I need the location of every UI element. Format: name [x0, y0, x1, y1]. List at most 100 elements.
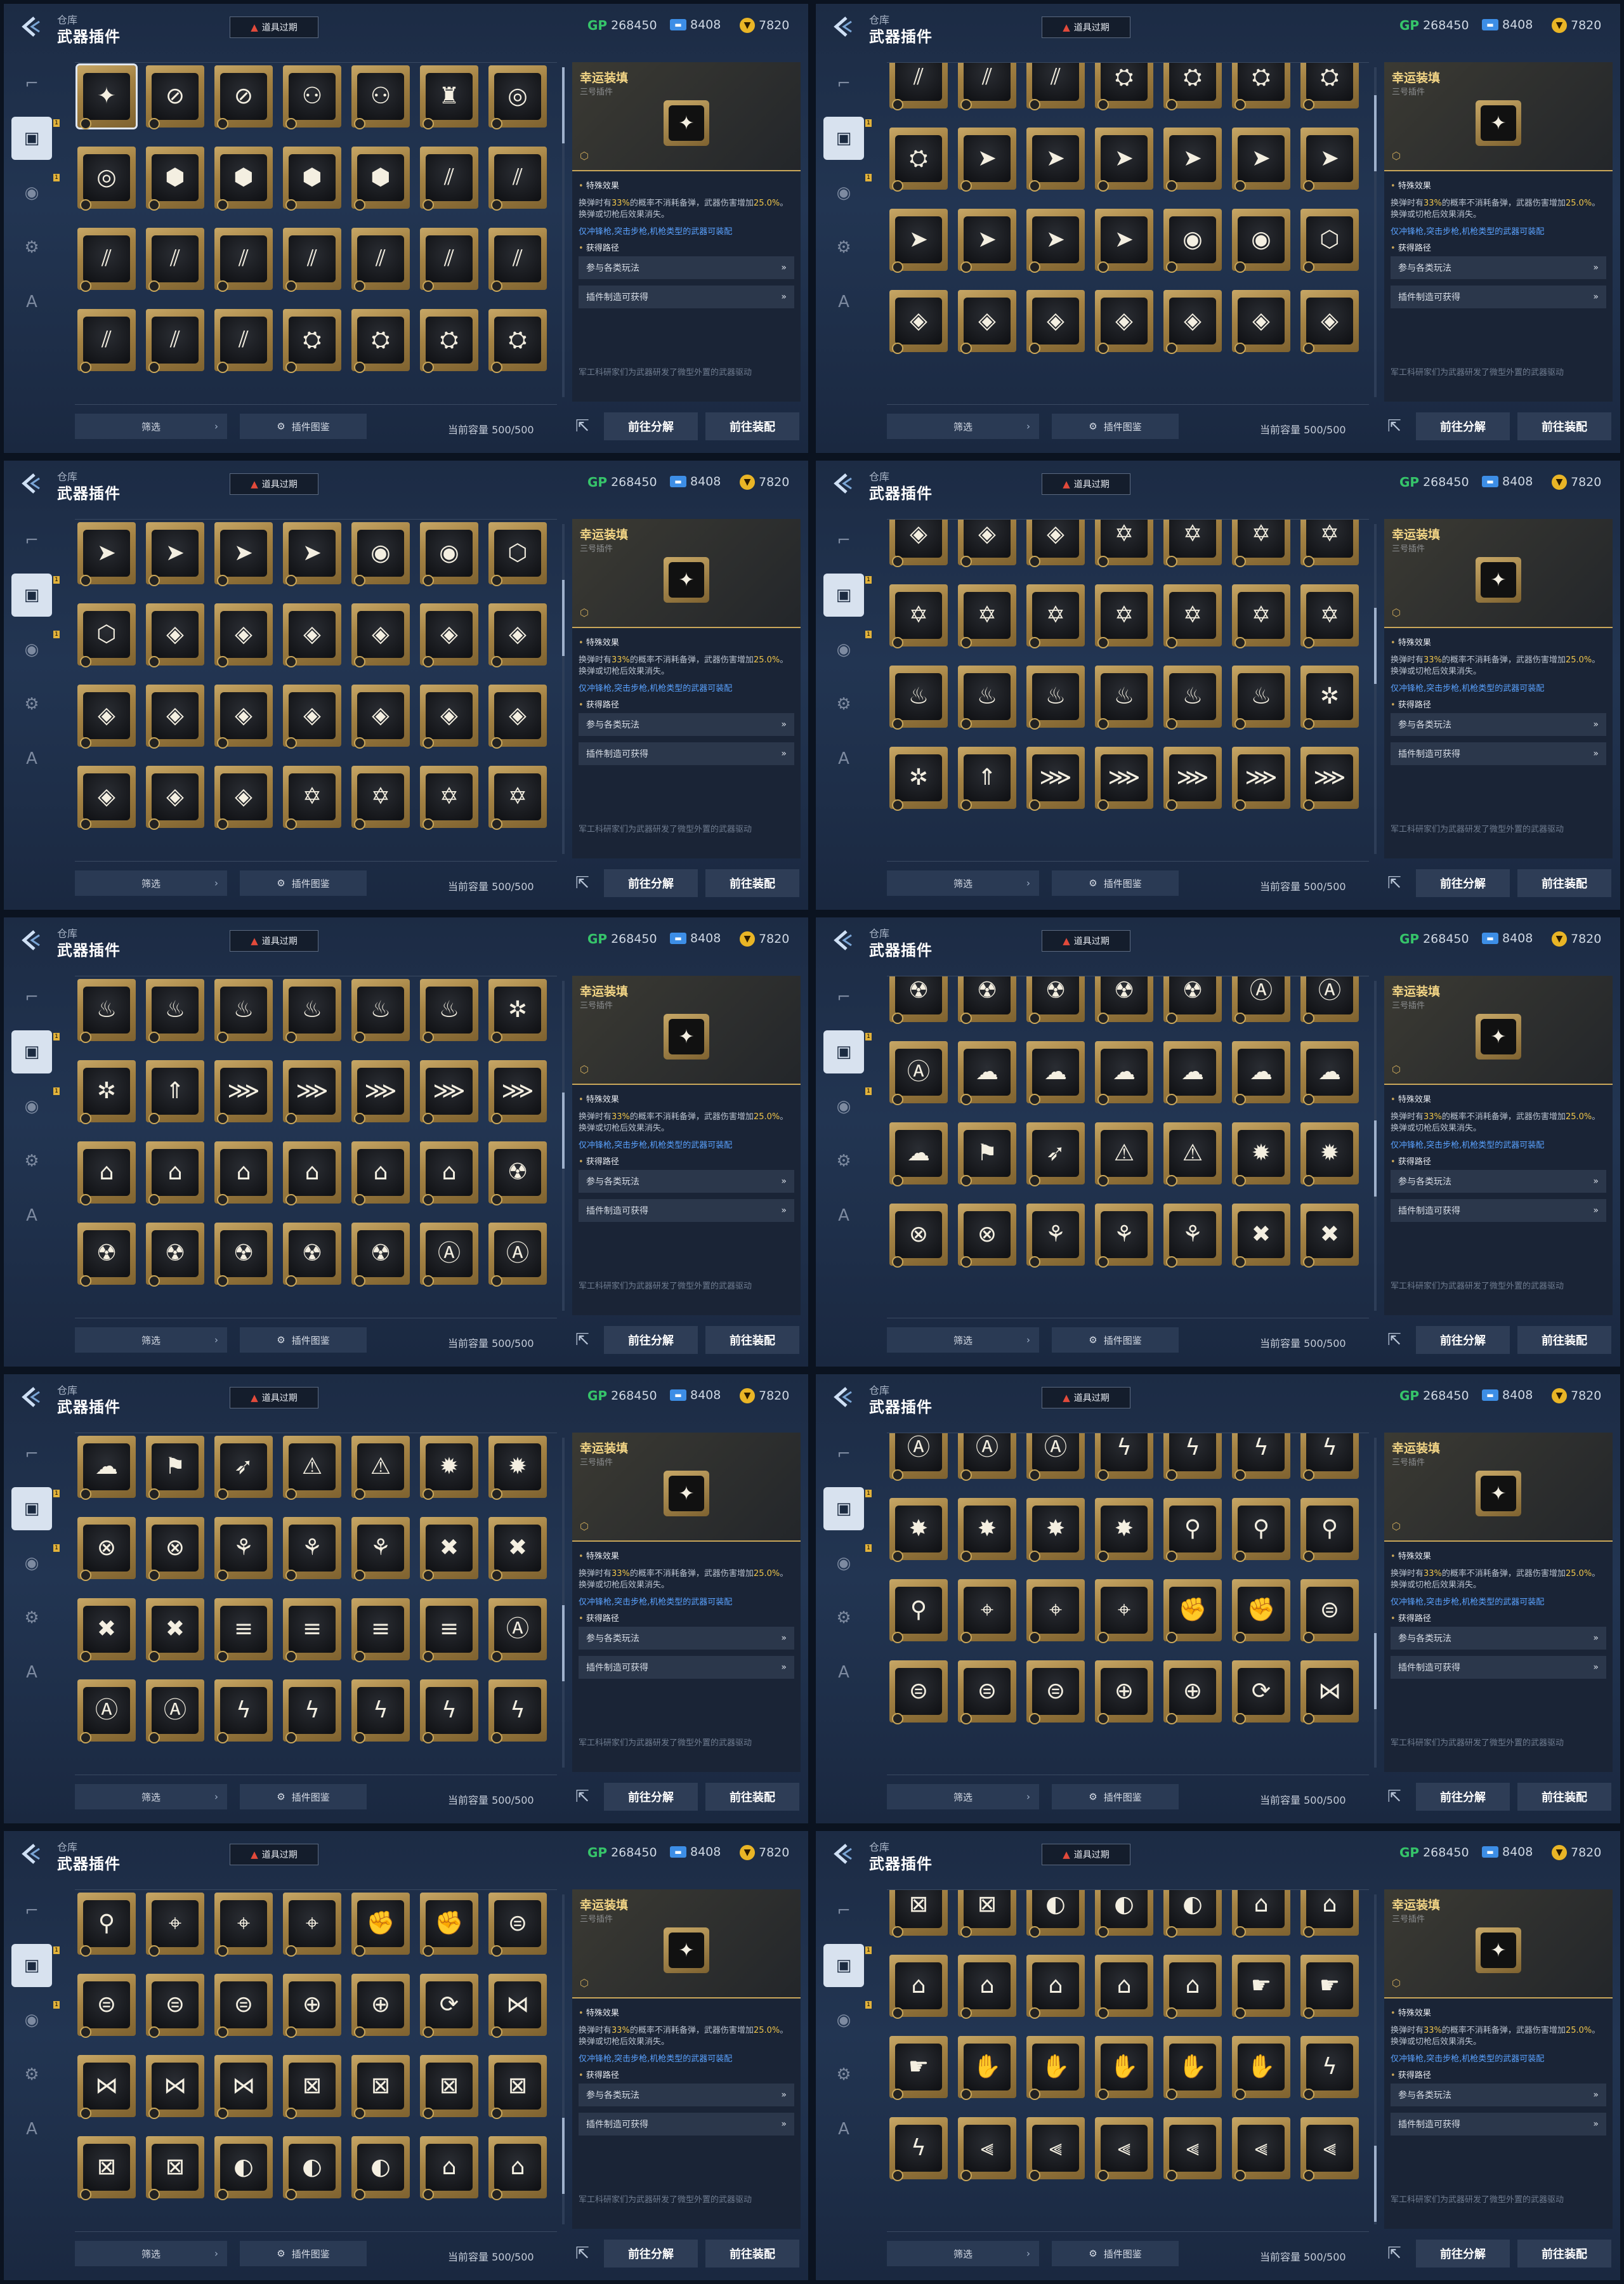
- sidebar-tab[interactable]: ◉ 1: [823, 1998, 872, 2042]
- plugin-card[interactable]: ⌂: [887, 1952, 949, 2019]
- grid-scrollbar[interactable]: [562, 524, 565, 854]
- expired-items-button[interactable]: ▲ 道具过期: [230, 16, 318, 38]
- plugin-card[interactable]: ⋈: [486, 1971, 548, 2038]
- sidebar-tab[interactable]: A: [11, 1651, 52, 1694]
- plugin-card[interactable]: ⊠: [486, 2052, 548, 2119]
- source-link-gameplay[interactable]: 参与各类玩法»: [1391, 256, 1606, 279]
- plugin-card[interactable]: ⌂: [1229, 1890, 1292, 1938]
- plugin-card[interactable]: ⫷: [1161, 2115, 1223, 2181]
- sidebar-tab[interactable]: ⚙: [11, 226, 52, 269]
- plugin-card[interactable]: ☁: [75, 1433, 137, 1500]
- grid-scrollbar[interactable]: [1374, 524, 1377, 854]
- source-link-gameplay[interactable]: 参与各类玩法»: [579, 1170, 794, 1193]
- expired-items-button[interactable]: ▲ 道具过期: [1042, 16, 1130, 38]
- plugin-card[interactable]: ✹: [486, 1433, 548, 1500]
- plugin-card[interactable]: ✸: [1092, 1495, 1155, 1562]
- decompose-button[interactable]: 前往分解: [604, 1326, 698, 1354]
- plugin-card[interactable]: ➤: [955, 206, 1018, 273]
- plugin-card[interactable]: ✡: [1298, 582, 1360, 648]
- source-link-gameplay[interactable]: 参与各类玩法»: [1391, 1170, 1606, 1193]
- plugin-card[interactable]: ⚲: [1161, 1495, 1223, 1562]
- plugin-card[interactable]: ◈: [212, 682, 274, 749]
- plugin-card[interactable]: ⌂: [212, 1139, 274, 1205]
- scroll-thumb[interactable]: [562, 580, 565, 656]
- sidebar-tab[interactable]: A: [823, 1194, 864, 1237]
- plugin-card[interactable]: ⌂: [349, 1139, 411, 1205]
- plugin-card[interactable]: ⊕: [280, 1971, 343, 2038]
- back-icon[interactable]: [18, 1841, 43, 1867]
- plugin-card[interactable]: ◐: [1092, 1890, 1155, 1938]
- plugin-card[interactable]: ⊠: [349, 2052, 411, 2119]
- plugin-card[interactable]: ⋙: [1161, 744, 1223, 811]
- plugin-card[interactable]: Ⓐ: [1298, 976, 1360, 1024]
- plugin-card[interactable]: ⛭: [887, 125, 949, 192]
- filter-button[interactable]: 筛选 ›: [887, 414, 1039, 439]
- plugin-card[interactable]: ✡: [955, 582, 1018, 648]
- decompose-button[interactable]: 前往分解: [1416, 1783, 1510, 1811]
- source-link-crafting[interactable]: 插件制造可获得»: [579, 2113, 794, 2136]
- plugin-card[interactable]: ⊠: [417, 2052, 480, 2119]
- plugin-card[interactable]: ➶: [1024, 1120, 1086, 1186]
- scroll-thumb[interactable]: [562, 1605, 565, 1681]
- export-icon[interactable]: ⇱: [570, 1784, 595, 1809]
- plugin-card[interactable]: ☢: [75, 1220, 137, 1287]
- equip-button[interactable]: 前往装配: [705, 2240, 799, 2268]
- plugin-card[interactable]: ✹: [1298, 1120, 1360, 1186]
- plugin-card[interactable]: ◉: [1229, 206, 1292, 273]
- equip-button[interactable]: 前往装配: [705, 1326, 799, 1354]
- plugin-card[interactable]: ⬡: [1298, 206, 1360, 273]
- plugin-card[interactable]: ♨: [212, 976, 274, 1043]
- plugin-card[interactable]: ⚇: [280, 63, 343, 129]
- plugin-card[interactable]: ϟ: [1092, 1433, 1155, 1481]
- plugin-card[interactable]: ⫽: [280, 225, 343, 292]
- plugin-card[interactable]: ✡: [1161, 582, 1223, 648]
- plugin-card[interactable]: ⛭: [1161, 63, 1223, 110]
- plugin-card[interactable]: ◈: [349, 601, 411, 667]
- plugin-card[interactable]: ⊗: [955, 1201, 1018, 1268]
- plugin-card[interactable]: ϟ: [417, 1677, 480, 1743]
- plugin-card[interactable]: ◈: [280, 682, 343, 749]
- plugin-card[interactable]: ⋈: [212, 2052, 274, 2119]
- plugin-card[interactable]: ◈: [417, 682, 480, 749]
- sidebar-tab[interactable]: ▣ 1: [11, 1030, 60, 1073]
- plugin-card[interactable]: Ⓐ: [486, 1596, 548, 1662]
- plugin-card[interactable]: ⌂: [1161, 1952, 1223, 2019]
- sidebar-tab[interactable]: A: [823, 737, 864, 780]
- plugin-card[interactable]: ➤: [75, 520, 137, 586]
- plugin-card[interactable]: ➤: [1092, 125, 1155, 192]
- sidebar-tab[interactable]: ◉ 1: [823, 171, 872, 214]
- source-link-crafting[interactable]: 插件制造可获得»: [1391, 2113, 1606, 2136]
- plugin-card[interactable]: ◈: [955, 520, 1018, 567]
- plugin-card[interactable]: ⚘: [349, 1514, 411, 1581]
- plugin-card[interactable]: ☢: [887, 976, 949, 1024]
- expired-items-button[interactable]: ▲ 道具过期: [1042, 473, 1130, 495]
- plugin-card[interactable]: ⋈: [143, 2052, 206, 2119]
- source-link-crafting[interactable]: 插件制造可获得»: [1391, 1656, 1606, 1679]
- plugin-card[interactable]: Ⓐ: [887, 1039, 949, 1105]
- plugin-grid[interactable]: ⫽ ⫽ ⫽ ⛭ ⛭ ⛭ ⛭ ⛭ ➤ ➤ ➤ ➤ ➤ ➤ ➤ ➤ ➤ ➤ ◉ ◉ ⬡ ◈ ◈ ◈ ◈ ◈ ◈ ◈: [887, 62, 1369, 405]
- plugin-card[interactable]: ⋙: [417, 1058, 480, 1124]
- filter-button[interactable]: 筛选 ›: [887, 1784, 1039, 1809]
- plugin-card[interactable]: ◈: [955, 287, 1018, 354]
- export-icon[interactable]: ⇱: [570, 414, 595, 439]
- sidebar-tab[interactable]: A: [11, 1194, 52, 1237]
- sidebar-tab[interactable]: ⌐: [11, 519, 52, 562]
- plugin-card[interactable]: ◉: [1161, 206, 1223, 273]
- plugin-card[interactable]: ◐: [212, 2134, 274, 2200]
- plugin-card[interactable]: ☢: [1024, 976, 1086, 1024]
- expired-items-button[interactable]: ▲ 道具过期: [230, 1844, 318, 1865]
- plugin-card[interactable]: ⋈: [1298, 1658, 1360, 1724]
- plugin-card[interactable]: ⊗: [143, 1514, 206, 1581]
- sidebar-tab[interactable]: ◉ 1: [11, 628, 60, 671]
- expired-items-button[interactable]: ▲ 道具过期: [230, 473, 318, 495]
- plugin-card[interactable]: ⊜: [955, 1658, 1018, 1724]
- sidebar-tab[interactable]: ▣ 1: [11, 1944, 60, 1987]
- plugin-card[interactable]: ⟳: [417, 1971, 480, 2038]
- export-icon[interactable]: ⇱: [1382, 1784, 1407, 1809]
- plugin-card[interactable]: ◈: [143, 682, 206, 749]
- plugin-card[interactable]: ⫽: [75, 306, 137, 373]
- filter-button[interactable]: 筛选 ›: [887, 1327, 1039, 1353]
- plugin-card[interactable]: ⛭: [1229, 63, 1292, 110]
- plugin-card[interactable]: ☢: [280, 1220, 343, 1287]
- plugin-card[interactable]: ☁: [1024, 1039, 1086, 1105]
